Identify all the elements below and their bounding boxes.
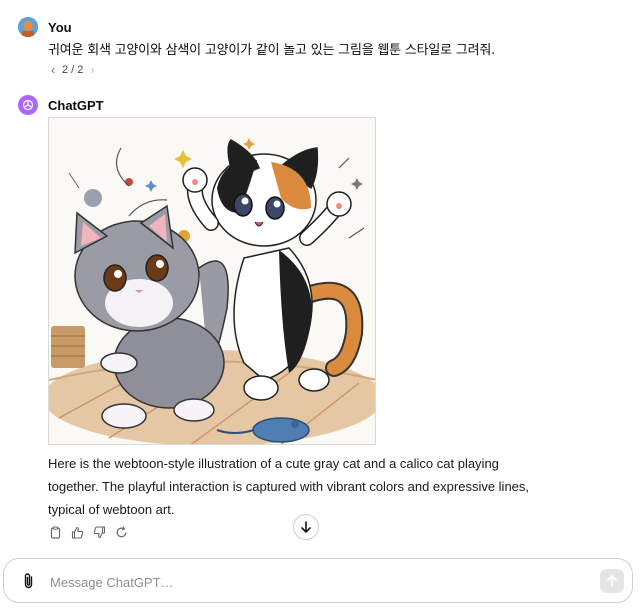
thumbs-up-icon[interactable] bbox=[70, 525, 85, 540]
chevron-right-icon[interactable]: › bbox=[87, 63, 97, 77]
chevron-left-icon[interactable]: ‹ bbox=[48, 63, 58, 77]
arrow-up-icon bbox=[607, 575, 617, 587]
arrow-down-icon bbox=[301, 521, 311, 533]
copy-icon[interactable] bbox=[48, 525, 63, 540]
chat-page: You 귀여운 회색 고양이와 삼색이 고양이가 같이 놀고 있는 그림을 웹툰… bbox=[0, 0, 643, 609]
openai-logo-icon bbox=[22, 99, 34, 111]
paperclip-icon[interactable] bbox=[21, 572, 37, 590]
message-input[interactable] bbox=[48, 570, 572, 594]
message-composer bbox=[3, 558, 633, 603]
message-actions bbox=[48, 525, 129, 540]
user-message: 귀여운 회색 고양이와 삼색이 고양이가 같이 놀고 있는 그림을 웹툰 스타일… bbox=[48, 43, 496, 58]
send-button[interactable] bbox=[600, 569, 624, 593]
assistant-response: Here is the webtoon-style illustration o… bbox=[48, 456, 530, 517]
generated-image[interactable] bbox=[48, 117, 376, 445]
pager-label: 2 / 2 bbox=[62, 64, 84, 76]
chatgpt-avatar bbox=[18, 95, 38, 115]
user-avatar bbox=[18, 17, 38, 37]
user-name: You bbox=[48, 20, 72, 35]
scroll-to-bottom-button[interactable] bbox=[293, 514, 319, 540]
regenerate-icon[interactable] bbox=[114, 525, 129, 540]
assistant-name: ChatGPT bbox=[48, 98, 104, 113]
thumbs-down-icon[interactable] bbox=[92, 525, 107, 540]
message-pager: ‹ 2 / 2 › bbox=[48, 63, 97, 77]
